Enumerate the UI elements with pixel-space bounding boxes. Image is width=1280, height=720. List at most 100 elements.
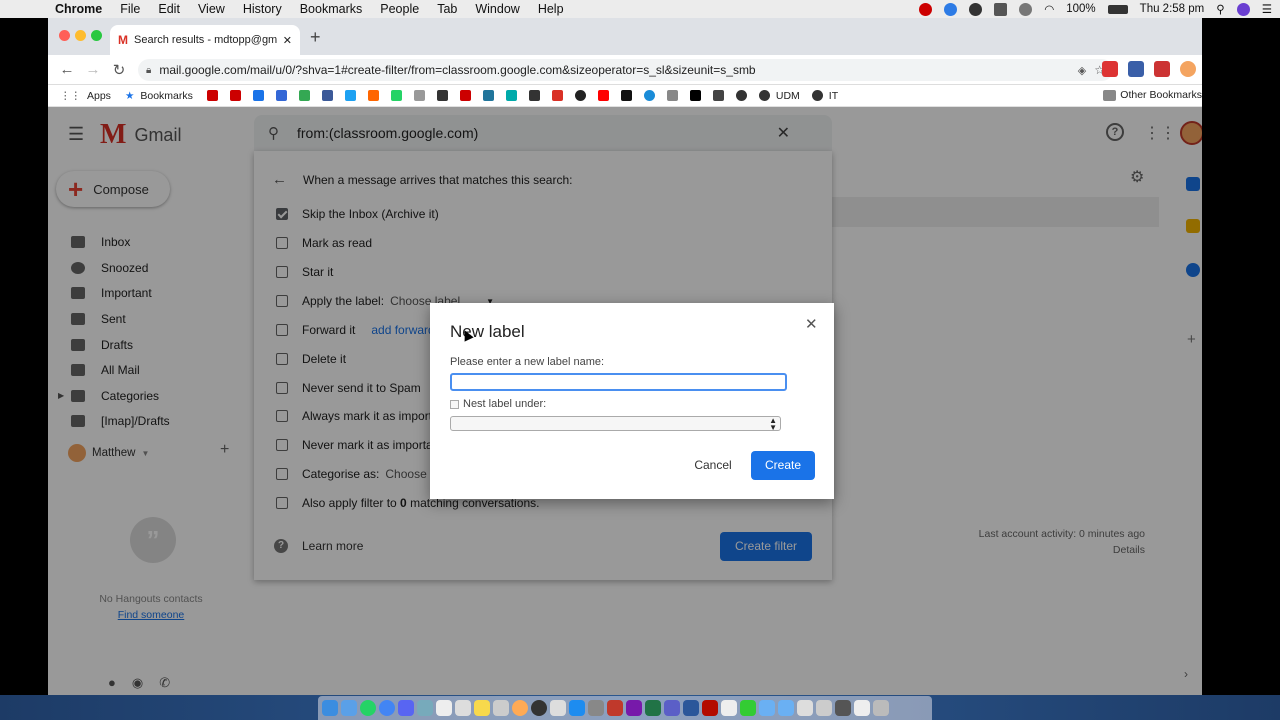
- finder-icon[interactable]: [322, 700, 338, 716]
- bookmark-favicon-icon[interactable]: [620, 90, 632, 101]
- globe-icon[interactable]: [811, 90, 823, 101]
- airplay-icon[interactable]: [994, 2, 1008, 16]
- bookmark-favicon-icon[interactable]: [712, 90, 724, 101]
- bookmark-favicon-icon[interactable]: [206, 90, 218, 101]
- whatsapp-icon[interactable]: [360, 700, 376, 716]
- minimize-window-button[interactable]: [75, 30, 86, 41]
- facebook-icon[interactable]: [321, 90, 333, 101]
- nest-label-row[interactable]: Nest label under:: [450, 398, 546, 410]
- app-store-icon[interactable]: [569, 700, 585, 716]
- folder-icon[interactable]: [759, 700, 775, 716]
- gmail-icon[interactable]: [551, 90, 563, 101]
- url-text[interactable]: mail.google.com/mail/u/0/?shva=1#create-…: [159, 63, 1069, 77]
- wordpress-icon[interactable]: [482, 90, 494, 101]
- menu-people[interactable]: People: [371, 2, 428, 16]
- twitter-icon[interactable]: [344, 90, 356, 101]
- dock-app-icon[interactable]: [797, 700, 813, 716]
- onenote-icon[interactable]: [626, 700, 642, 716]
- menu-chrome[interactable]: Chrome: [46, 2, 111, 16]
- siri-icon[interactable]: [1236, 2, 1250, 16]
- address-bar[interactable]: 🔒︎ mail.google.com/mail/u/0/?shva=1#crea…: [138, 59, 1113, 81]
- battery-icon[interactable]: [1107, 4, 1128, 14]
- menu-help[interactable]: Help: [529, 2, 573, 16]
- acrobat-icon[interactable]: [702, 700, 718, 716]
- extension-icon[interactable]: [1154, 61, 1170, 77]
- photos-icon[interactable]: [512, 700, 528, 716]
- browser-tab[interactable]: M Search results - mdtopp@gmail... ✕: [110, 25, 300, 55]
- dock-app-icon[interactable]: [816, 700, 832, 716]
- word-icon[interactable]: [683, 700, 699, 716]
- notes-icon[interactable]: [474, 700, 490, 716]
- notification-center-icon[interactable]: ☰: [1262, 2, 1272, 16]
- bookmark-favicon-icon[interactable]: [505, 90, 517, 101]
- obs-icon[interactable]: [531, 700, 547, 716]
- status-app-icon[interactable]: [969, 2, 983, 16]
- new-tab-button[interactable]: +: [310, 27, 321, 48]
- spotlight-search-icon[interactable]: ⚲: [1216, 2, 1224, 16]
- menu-window[interactable]: Window: [466, 2, 528, 16]
- bookmark-favicon-icon[interactable]: [528, 90, 540, 101]
- clock[interactable]: Thu 2:58 pm: [1140, 3, 1205, 15]
- bookmark-bookmarks[interactable]: Bookmarks: [140, 90, 193, 102]
- bookmark-favicon-icon[interactable]: [252, 90, 264, 101]
- extension-icon[interactable]: [1102, 61, 1118, 77]
- bookmark-favicon-icon[interactable]: [367, 90, 379, 101]
- create-button[interactable]: Create: [751, 451, 815, 480]
- forward-arrow-icon[interactable]: →: [80, 61, 106, 78]
- label-name-input[interactable]: [450, 373, 787, 391]
- powerpoint-icon[interactable]: [607, 700, 623, 716]
- dock-app-icon[interactable]: [721, 700, 737, 716]
- dock-app-icon[interactable]: [398, 700, 414, 716]
- dock-app-icon[interactable]: [436, 700, 452, 716]
- menu-bookmarks[interactable]: Bookmarks: [291, 2, 372, 16]
- bookmark-favicon-icon[interactable]: [689, 90, 701, 101]
- dock-app-icon[interactable]: [417, 700, 433, 716]
- bookmark-favicon-icon[interactable]: [436, 90, 448, 101]
- close-window-button[interactable]: [59, 30, 70, 41]
- back-arrow-icon[interactable]: ←: [54, 61, 80, 78]
- chrome-icon[interactable]: [379, 700, 395, 716]
- menu-view[interactable]: View: [189, 2, 234, 16]
- time-machine-icon[interactable]: [1019, 2, 1033, 16]
- apple-icon[interactable]: [666, 90, 678, 101]
- other-bookmarks[interactable]: Other Bookmarks: [1103, 89, 1202, 101]
- dock-app-icon[interactable]: [854, 700, 870, 716]
- dock-app-icon[interactable]: [341, 700, 357, 716]
- whatsapp-icon[interactable]: [390, 90, 402, 101]
- menu-edit[interactable]: Edit: [149, 2, 189, 16]
- extension-icon[interactable]: [1128, 61, 1144, 77]
- bookmark-it[interactable]: IT: [829, 90, 838, 102]
- lock-icon[interactable]: 🔒︎: [146, 65, 151, 76]
- menu-history[interactable]: History: [234, 2, 291, 16]
- bookmark-favicon-icon[interactable]: [229, 90, 241, 101]
- close-icon[interactable]: ✕: [805, 315, 818, 333]
- excel-icon[interactable]: [645, 700, 661, 716]
- menu-file[interactable]: File: [111, 2, 149, 16]
- teams-icon[interactable]: [664, 700, 680, 716]
- menu-tab[interactable]: Tab: [428, 2, 466, 16]
- facetime-icon[interactable]: [740, 700, 756, 716]
- bookmark-apps[interactable]: Apps: [87, 90, 111, 102]
- profile-avatar-icon[interactable]: [1180, 61, 1196, 77]
- globe-icon[interactable]: [735, 90, 747, 101]
- cancel-button[interactable]: Cancel: [683, 451, 743, 480]
- status-app-icon[interactable]: [919, 2, 933, 16]
- dropbox-icon[interactable]: [944, 2, 958, 16]
- music-icon[interactable]: [550, 700, 566, 716]
- bookmark-udm[interactable]: UDM: [776, 90, 800, 102]
- folder-icon[interactable]: [778, 700, 794, 716]
- extension-in-omnibox-icon[interactable]: ◈: [1078, 64, 1086, 77]
- close-tab-icon[interactable]: ✕: [283, 34, 292, 47]
- nest-label-checkbox[interactable]: [450, 399, 459, 409]
- reload-icon[interactable]: ↻: [106, 61, 132, 79]
- dock-app-icon[interactable]: [493, 700, 509, 716]
- bookmark-favicon-icon[interactable]: [275, 90, 287, 101]
- bookmark-favicon-icon[interactable]: [574, 90, 586, 101]
- bookmark-favicon-icon[interactable]: [413, 90, 425, 101]
- zoom-window-button[interactable]: [91, 30, 102, 41]
- dock-app-icon[interactable]: [588, 700, 604, 716]
- bookmark-favicon-icon[interactable]: [643, 90, 655, 101]
- youtube-icon[interactable]: [597, 90, 609, 101]
- wifi-icon[interactable]: ◠: [1044, 2, 1054, 16]
- trash-icon[interactable]: [873, 700, 889, 716]
